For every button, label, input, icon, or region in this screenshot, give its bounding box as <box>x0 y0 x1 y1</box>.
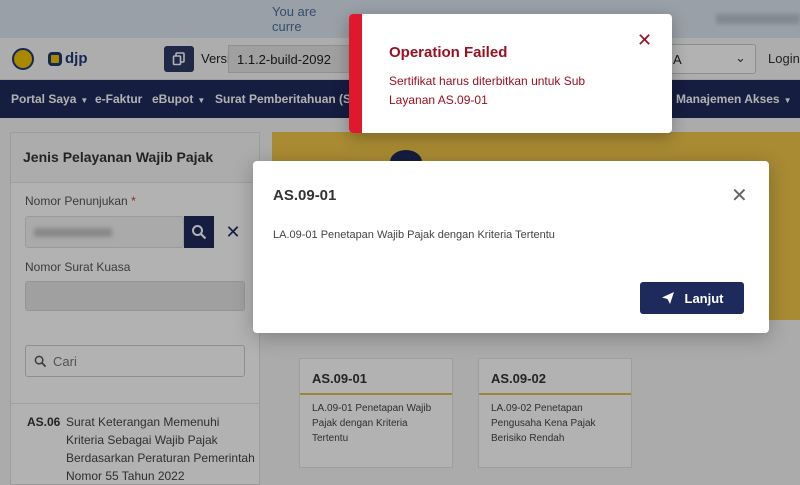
close-icon[interactable]: ✕ <box>731 183 748 208</box>
toast-title: Operation Failed <box>389 44 508 61</box>
toast-message: Sertifikat harus diterbitkan untuk Sub L… <box>389 74 586 107</box>
lanjut-label: Lanjut <box>684 290 724 306</box>
lanjut-button[interactable]: Lanjut <box>640 282 744 314</box>
close-icon[interactable]: ✕ <box>637 30 652 51</box>
send-icon <box>661 292 674 304</box>
toast-accent <box>349 14 362 133</box>
error-toast: Operation Failed ✕ Sertifikat harus dite… <box>349 14 672 133</box>
service-modal: AS.09-01 ✕ LA.09-01 Penetapan Wajib Paja… <box>253 161 769 333</box>
modal-title: AS.09-01 <box>273 187 337 204</box>
modal-description: LA.09-01 Penetapan Wajib Pajak dengan Kr… <box>273 229 555 241</box>
